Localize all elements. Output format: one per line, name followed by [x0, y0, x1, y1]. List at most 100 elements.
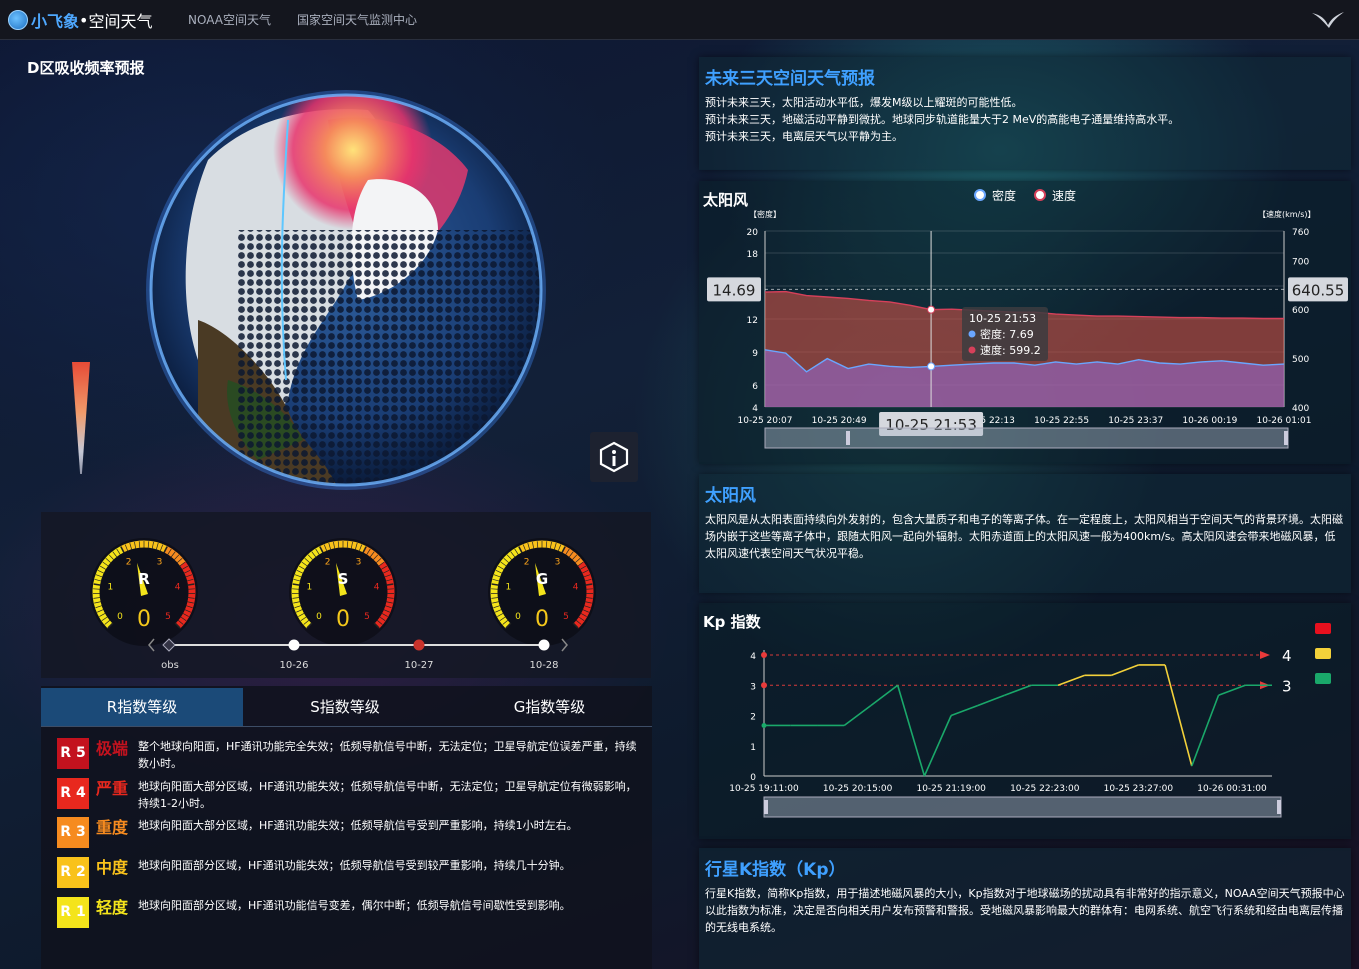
kp-segment [1218, 684, 1246, 696]
forecast-panel: 未来三天空间天气预报 预计未来三天，太阳活动水平低，爆发M级以上耀斑的可能性低。… [699, 57, 1351, 170]
x-tick: 10-25 23:27:00 [1104, 784, 1174, 794]
gauge-tick [491, 583, 499, 586]
x-tick: 10-26 01:01 [1257, 416, 1312, 426]
legend-label-speed: 速度 [1052, 188, 1076, 203]
y-right-tick: 700 [1292, 257, 1309, 267]
forecast-line: 预计未来三天，地磁活动平静到微扰。地球同步轨道能量大于2 MeV的高能电子通量维… [705, 113, 1180, 126]
zoom-slider[interactable] [764, 427, 1289, 449]
tooltip-speed: 速度: 599.2 [980, 343, 1041, 357]
info-button[interactable] [590, 432, 638, 482]
tooltip-density: 密度: 7.69 [980, 327, 1034, 341]
x-tick: 10-25 20:07 [738, 416, 793, 426]
solar-wind-chart[interactable]: 密度 速度【密度】 【速度(km/s)】 4 6 9 12 18 20 400 500 600 700 7… [699, 181, 1351, 464]
gauge-value: 0 [137, 607, 151, 632]
nav-link-noaa[interactable]: NOAA空间天气 [188, 11, 271, 28]
tab-r-index[interactable]: R指数等级 [41, 688, 243, 726]
kp-chart[interactable]: 0 1 2 3 4 4 3 10-25 19:11:00 10-25 20:15:00 10-25… [699, 603, 1351, 839]
y-left-tick: 12 [747, 316, 758, 326]
bird-icon[interactable] [1311, 11, 1345, 29]
level-description: 整个地球向阳面，HF通讯功能完全失效；低频导航信号中断，无法定位；卫星导航定位误… [138, 740, 637, 770]
y-tick: 4 [750, 652, 756, 662]
kp-segment [843, 704, 872, 727]
zoom-handle-right[interactable] [1284, 431, 1288, 445]
y-right-tick: 400 [1292, 404, 1309, 414]
kp-segment [870, 684, 899, 707]
cube-info-icon [599, 441, 629, 473]
logo-suffix: 空间天气 [88, 12, 153, 31]
gauge-tick-label: 3 [356, 558, 362, 568]
solar-wind-info-panel: 太阳风 太阳风是从太阳表面持续向外发射的，包含大量质子和电子的等离子体。在一定程… [699, 474, 1351, 593]
legend-dot-density [974, 189, 986, 201]
x-tick: 10-25 20:49 [812, 416, 867, 426]
zoom-slider[interactable] [763, 796, 1282, 818]
y-tick: 3 [750, 682, 756, 692]
kp-info-text: 行星K指数，简称Kp指数，用于描述地磁风暴的大小，Kp指数对于地球磁场的扰动具有… [705, 887, 1345, 934]
level-name: 严重 [96, 779, 129, 798]
legend-swatch[interactable] [1315, 648, 1331, 659]
left-readout: 14.69 [713, 281, 756, 299]
gauge-tick-label: 4 [573, 583, 579, 593]
timeline-label-1028[interactable]: 10-28 [529, 660, 558, 671]
forecast-timeline[interactable]: obs 10-26 10-27 10-28 [111, 630, 616, 671]
threshold-arrow [1260, 651, 1270, 659]
y-left-tick: 18 [747, 250, 759, 260]
app-logo[interactable]: 小飞象 • 空间天气 [8, 8, 152, 32]
y-left-tick: 4 [752, 404, 758, 414]
y-right-tick: 500 [1292, 355, 1309, 365]
tooltip-time: 10-25 21:53 [969, 312, 1036, 325]
map-title: D区吸收频率预报 [27, 59, 145, 77]
rsg-gauge-panel: 0 1 2 3 4 5 R 0 0 1 2 3 4 5 S 0 0 1 2 3 4 5 G 0 obs 10-26 10-… [41, 512, 651, 678]
threshold-label: 4 [1282, 647, 1292, 665]
x-tick: 10-25 22:55 [1034, 416, 1089, 426]
level-row-r4: R 4 严重 地球向阳面大部分区域，HF通讯功能失效；低频导航信号中断，无法定位… [57, 778, 638, 812]
forecast-line: 预计未来三天，太阳活动水平低，爆发M级以上耀斑的可能性低。 [705, 96, 1023, 109]
level-description: 地球向阳面大部分区域，HF通讯功能失效；低频导航信号受到严重影响，持续1小时左右… [138, 819, 578, 832]
forecast-title: 未来三天空间天气预报 [705, 69, 875, 89]
gauge-tick-label: 4 [374, 583, 380, 593]
kp-segment [1004, 684, 1032, 696]
zoom-handle-left[interactable] [846, 431, 850, 445]
threshold-dot [761, 652, 767, 658]
tab-g-index[interactable]: G指数等级 [447, 688, 652, 726]
threshold-label: 3 [1282, 677, 1292, 695]
gauge-tick-label: 5 [364, 612, 370, 622]
level-badge: R 3 [57, 817, 89, 848]
level-description: 地球向阳面大部分区域，HF通讯功能失效；低频导航信号中断，无法定位；卫星导航定位… [138, 780, 637, 810]
level-row-r1: R 1 轻度 地球向阳面部分区域，HF通讯功能信号变差，偶尔中断；低频导航信号间… [57, 897, 638, 928]
gauge-tick-label: 1 [506, 583, 512, 593]
legend-swatch[interactable] [1315, 673, 1331, 684]
y-tick: 0 [750, 773, 756, 783]
threshold-dot [761, 682, 767, 689]
solar-wind-chart-panel: 太阳风 密度 速度 【密度】 【速度(km/s)】 4 6 9 12 18 20 400 500 600… [699, 181, 1351, 464]
gauge-tick-label: 4 [175, 583, 181, 593]
gauge-letter: R [138, 570, 150, 588]
speed-point [927, 305, 936, 314]
top-bar: 小飞象 • 空间天气 NOAA空间天气 国家空间天气监测中心 [0, 0, 1359, 40]
tooltip-dot [968, 330, 976, 338]
y-right-tick: 760 [1292, 228, 1309, 238]
timeline-label-obs[interactable]: obs [161, 660, 179, 671]
globe[interactable] [138, 80, 554, 496]
nav-link-national-center[interactable]: 国家空间天气监测中心 [297, 11, 417, 28]
level-badge: R 2 [57, 857, 89, 888]
legend-swatch[interactable] [1315, 623, 1331, 634]
y-left-tick: 9 [752, 349, 758, 359]
right-readout: 640.55 [1292, 281, 1345, 299]
x-tick: 10-25 23:37 [1108, 416, 1163, 426]
gauge-tick-label: 0 [316, 612, 322, 622]
kp-segment [1164, 664, 1193, 767]
forecast-line: 预计未来三天，电离层天气以平静为主。 [705, 130, 903, 143]
level-name: 重度 [96, 818, 129, 837]
x-tick: 10-25 22:23:00 [1010, 784, 1080, 794]
density-point [927, 362, 936, 371]
gauge-value: 0 [535, 607, 549, 632]
tab-s-index[interactable]: S指数等级 [243, 688, 447, 726]
gauge-tick-label: 0 [117, 612, 123, 622]
kp-segment [977, 694, 1005, 707]
level-row-r5: R 5 极端 整个地球向阳面，HF通讯功能完全失效；低频导航信号中断，无法定位；… [57, 738, 638, 772]
timeline-label-1027[interactable]: 10-27 [404, 660, 433, 671]
zoom-handle-right[interactable] [1277, 800, 1281, 814]
gauge-tick-label: 5 [165, 612, 171, 622]
timeline-label-1026[interactable]: 10-26 [279, 660, 308, 671]
zoom-handle-left[interactable] [764, 800, 768, 814]
